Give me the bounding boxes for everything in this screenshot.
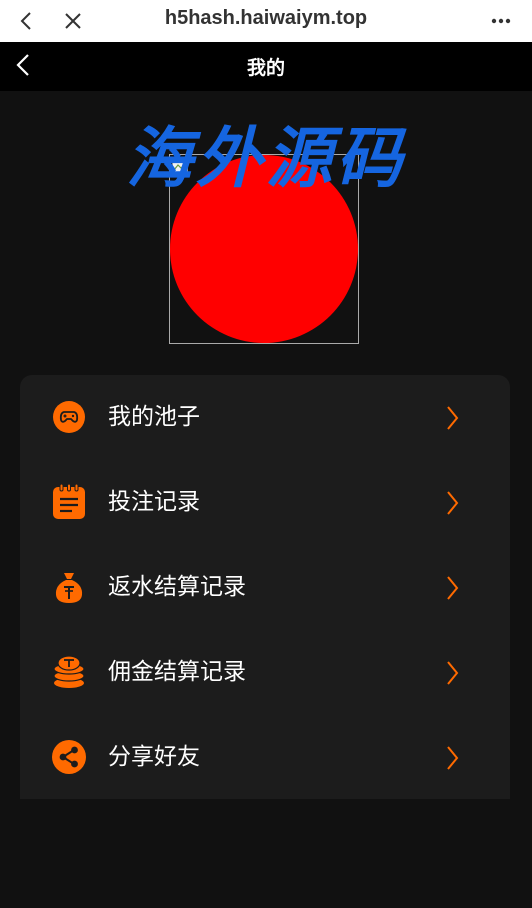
share-icon (51, 739, 87, 775)
browser-toolbar: h5hash.haiwaiym.top (0, 0, 532, 42)
coin-stack-icon (51, 654, 87, 690)
app-header: 我的 (0, 42, 532, 91)
watermark-text: 海外源码 (126, 119, 406, 197)
menu-item-rebate-records[interactable]: 返水结算记录 (20, 545, 510, 630)
money-bag-icon (51, 569, 87, 605)
menu-item-bet-records[interactable]: 投注记录 (20, 460, 510, 545)
notepad-icon (51, 484, 87, 520)
chevron-right-icon (447, 491, 459, 515)
menu-item-label: 分享好友 (108, 744, 200, 770)
chevron-right-icon (447, 576, 459, 600)
menu-item-label: 返水结算记录 (108, 574, 246, 600)
menu-item-my-pool[interactable]: 我的池子 (20, 375, 510, 460)
more-dots-icon (491, 18, 511, 24)
gamepad-icon (51, 399, 87, 435)
menu-item-share-friends[interactable]: 分享好友 (20, 715, 510, 800)
menu-item-label: 我的池子 (108, 404, 200, 430)
menu-item-commission-records[interactable]: 佣金结算记录 (20, 630, 510, 715)
page-title: 我的 (246, 57, 285, 79)
menu-list: 我的池子 投注记录 返水结算记录 佣金结算记录 分享好友 (20, 375, 510, 799)
menu-item-label: 佣金结算记录 (108, 659, 246, 685)
browser-url[interactable]: h5hash.haiwaiym.top (0, 0, 532, 36)
menu-item-label: 投注记录 (108, 489, 200, 515)
chevron-right-icon (447, 746, 459, 770)
chevron-right-icon (447, 661, 459, 685)
chevron-right-icon (447, 406, 459, 430)
main-content: 海外源码 我的池子 投注记录 返水结算记录 佣金结算记录 分享好友 (0, 91, 532, 908)
browser-more-button[interactable] (486, 0, 516, 42)
